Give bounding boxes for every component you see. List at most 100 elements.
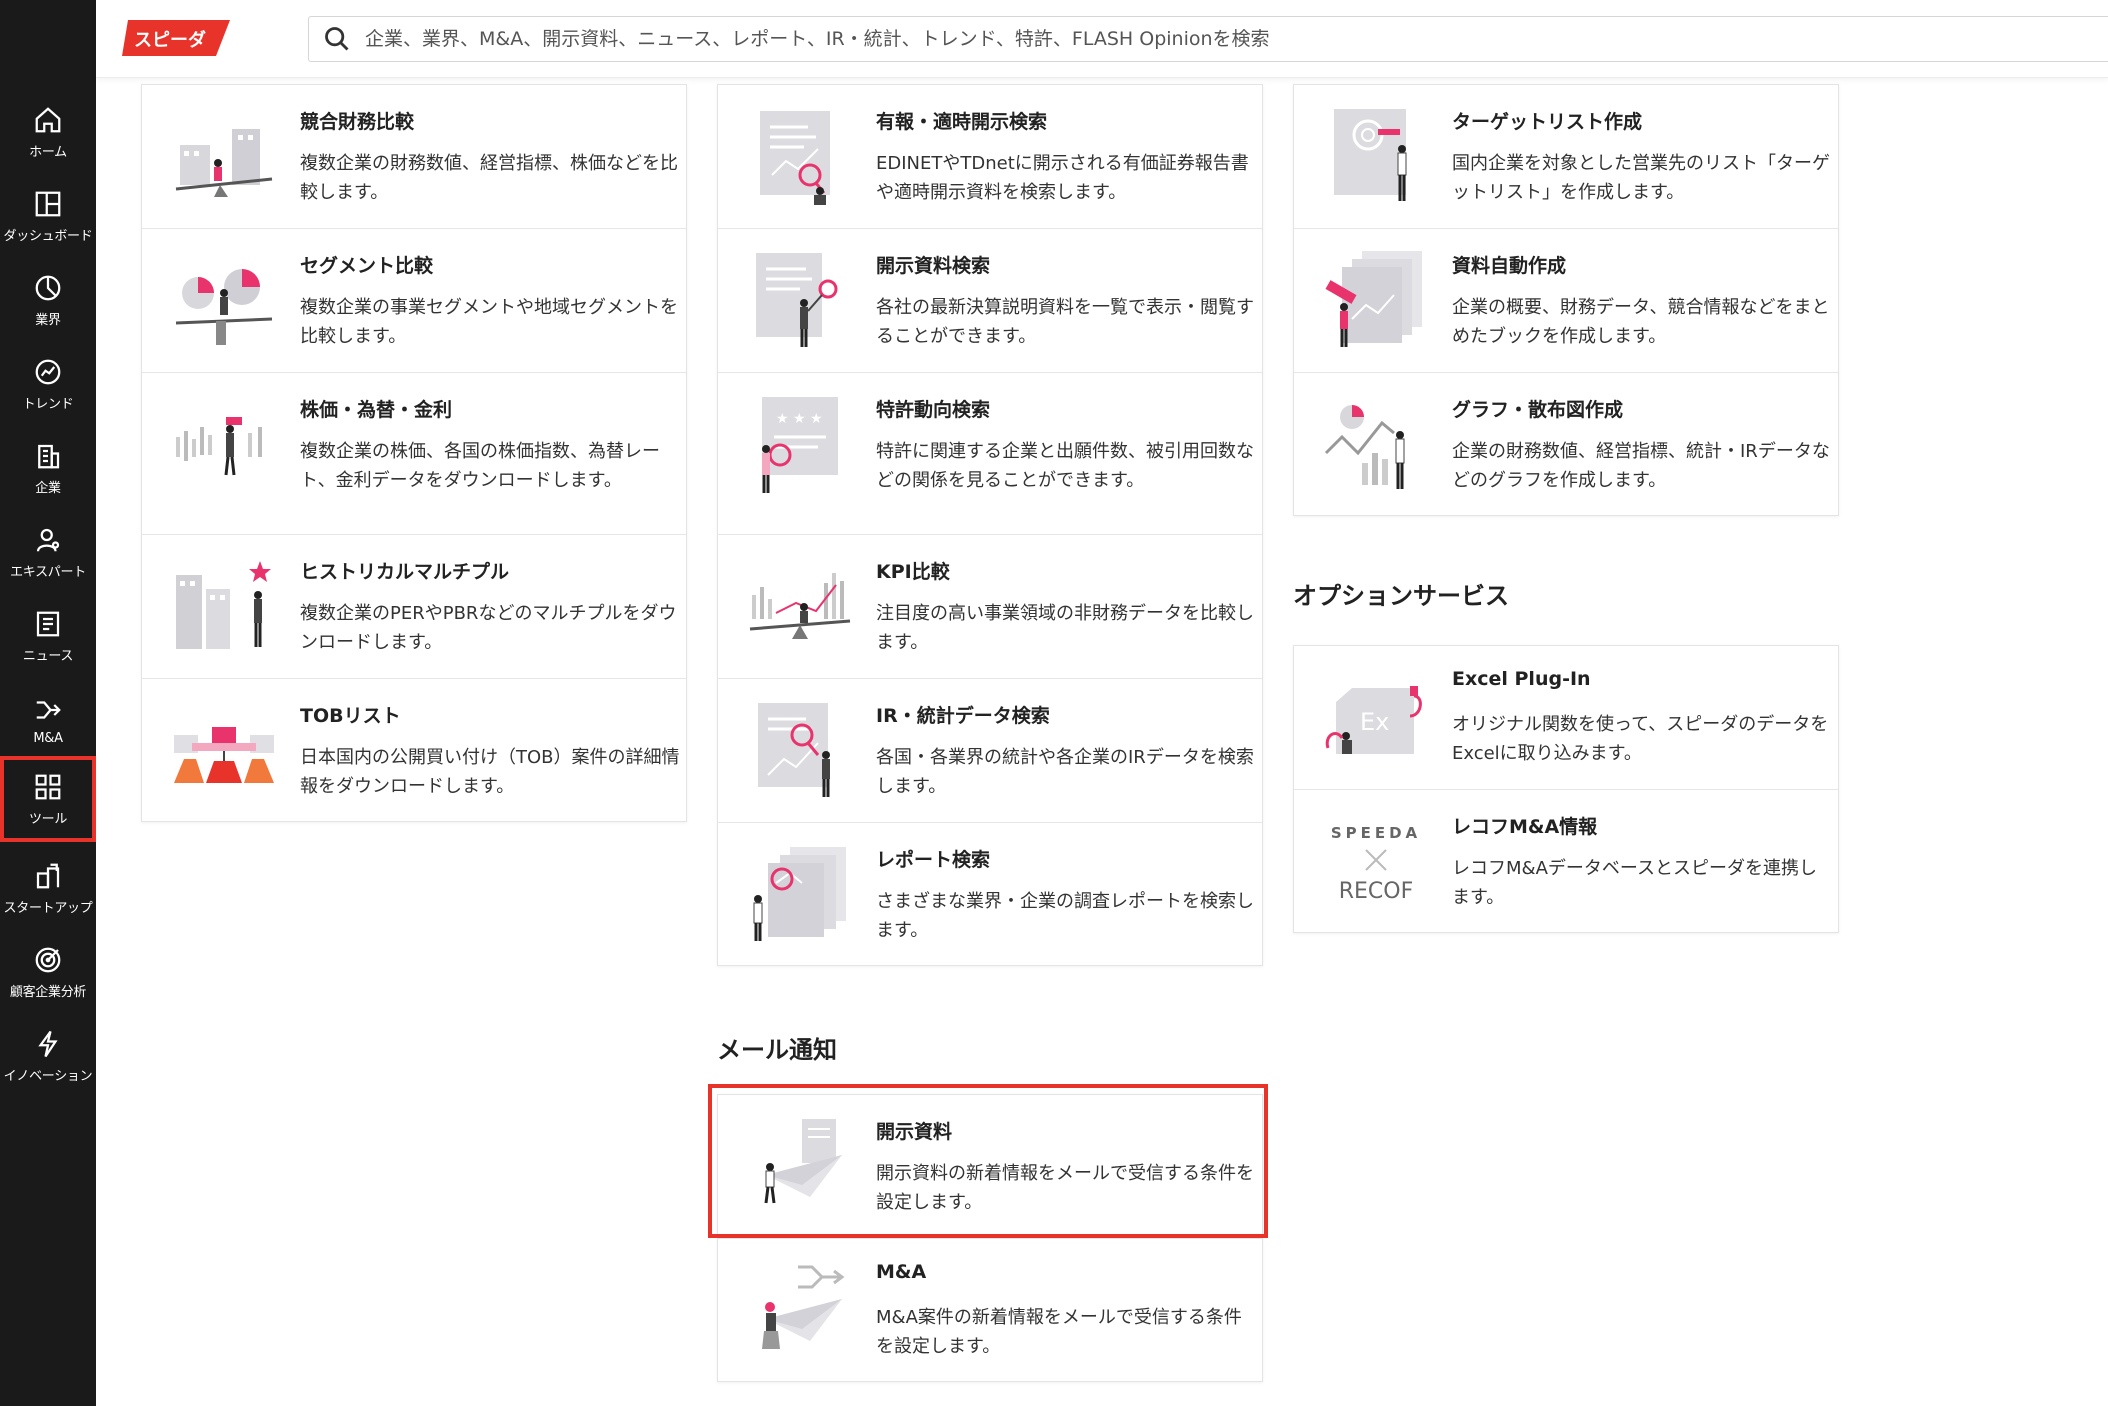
dashboard-icon [35, 191, 61, 216]
tool-desc: EDINETやTDnetに開示される有価証券報告書や適時開示資料を検索します。 [876, 153, 1249, 203]
tool-title: 競合財務比較 [300, 111, 415, 133]
tool-title: IR・統計データ検索 [876, 705, 1050, 727]
sidebar-item-ma[interactable]: M&A [0, 678, 96, 762]
target-icon [35, 947, 61, 972]
tool-card-report-search[interactable]: レポート検索 さまざまな業界・企業の調査レポートを検索します。 [718, 823, 1262, 967]
merge-arrow-icon [36, 700, 61, 719]
logo-recof-text: RECOF [1339, 879, 1414, 904]
speeda-logo[interactable]: スピーダ [122, 18, 230, 58]
mail-title: M&A [876, 1261, 927, 1283]
sidebar: ホーム ダッシュボード 業界 トレンド 企業 エキスパート ニュース M&A ツ… [0, 0, 96, 1406]
tool-card-stock-fx-rate[interactable]: 株価・為替・金利 複数企業の株価、各国の株価指数、為替レート、金利データをダウン… [142, 373, 686, 535]
sidebar-item-label: 業界 [35, 312, 61, 328]
sidebar-item-label: ニュース [22, 648, 74, 664]
sidebar-item-label: M&A [33, 730, 63, 746]
tool-desc: 複数企業の株価、各国の株価指数、為替レート、金利データをダウンロードします。 [300, 441, 660, 491]
mail-card-disclosure[interactable]: 開示資料 開示資料の新着情報をメールで受信する条件を設定します。 [718, 1095, 1262, 1239]
sidebar-item-startup[interactable]: スタートアップ [0, 846, 96, 930]
sidebar-item-trend[interactable]: トレンド [0, 342, 96, 426]
buildings-star-illustration [176, 561, 271, 649]
sidebar-item-news[interactable]: ニュース [0, 594, 96, 678]
kpi-seesaw-illustration [749, 573, 851, 639]
option-card-recof-ma[interactable]: SPEEDA RECOF レコフM&A情報 レコフM&Aデータベースとスピーダを… [1294, 790, 1838, 934]
tool-title: TOBリスト [300, 705, 401, 727]
tool-card-disclosure-search[interactable]: 開示資料検索 各社の最新決算説明資料を一覧で表示・閲覧することができます。 [718, 229, 1262, 373]
tool-title: セグメント比較 [300, 255, 434, 277]
tool-desc: 複数企業のPERやPBRなどのマルチプルをダウンロードします。 [300, 603, 677, 653]
sidebar-item-industry[interactable]: 業界 [0, 258, 96, 342]
mail-desc: 開示資料の新着情報をメールで受信する条件を設定します。 [876, 1163, 1254, 1213]
svg-text:★ ★ ★: ★ ★ ★ [776, 411, 823, 427]
tools-grid-icon [35, 774, 61, 799]
tool-card-graph-scatter[interactable]: グラフ・散布図作成 企業の財務数値、経営指標、統計・IRデータなどのグラフを作成… [1294, 373, 1838, 517]
tool-card-competitor-financial[interactable]: 競合財務比較 複数企業の財務数値、経営指標、株価などを比較します。 [142, 85, 686, 229]
industry-pie-icon [35, 275, 61, 300]
tool-title: グラフ・散布図作成 [1452, 399, 1624, 421]
tool-card-securities-report-search[interactable]: 有報・適時開示検索 EDINETやTDnetに開示される有価証券報告書や適時開示… [718, 85, 1262, 229]
sidebar-item-label: トレンド [22, 396, 74, 412]
tool-card-kpi-compare[interactable]: KPI比較 注目度の高い事業領域の非財務データを比較します。 [718, 535, 1262, 679]
logo-text: スピーダ [134, 29, 206, 51]
tool-desc: 企業の概要、財務データ、競合情報などをまとめたブックを作成します。 [1452, 297, 1830, 347]
pie-charts-seesaw-illustration [175, 269, 273, 345]
target-list-illustration [1334, 109, 1407, 201]
mail-notifications-heading: メール通知 [717, 1036, 837, 1064]
search-icon [325, 27, 349, 51]
paper-plane-document-illustration [764, 1119, 842, 1204]
tool-title: 株価・為替・金利 [300, 399, 453, 421]
sidebar-item-label: 企業 [35, 480, 61, 496]
sidebar-item-label: スタートアップ [3, 900, 93, 916]
graph-scatter-illustration [1324, 405, 1405, 489]
option-title: レコフM&A情報 [1452, 816, 1598, 838]
option-title: Excel Plug-In [1452, 668, 1591, 690]
trend-icon [35, 359, 61, 384]
tool-card-auto-document[interactable]: 資料自動作成 企業の概要、財務データ、競合情報などをまとめたブックを作成します。 [1294, 229, 1838, 373]
tool-title: レポート検索 [876, 849, 991, 871]
tool-desc: 特許に関連する企業と出願件数、被引用回数などの関係を見ることができます。 [876, 441, 1254, 491]
search-input[interactable] [365, 28, 2065, 50]
tool-card-tob-list[interactable]: TOBリスト 日本国内の公開買い付け（TOB）案件の詳細情報をダウンロードします… [142, 679, 686, 823]
report-stack-illustration [753, 847, 846, 941]
tool-card-historical-multiple[interactable]: ヒストリカルマルチプル 複数企業のPERやPBRなどのマルチプルをダウンロードし… [142, 535, 686, 679]
sidebar-item-dashboard[interactable]: ダッシュボード [0, 174, 96, 258]
tools-column-2: 有報・適時開示検索 EDINETやTDnetに開示される有価証券報告書や適時開示… [717, 84, 1263, 966]
sidebar-item-customer-analysis[interactable]: 顧客企業分析 [0, 930, 96, 1014]
tool-card-segment-compare[interactable]: セグメント比較 複数企業の事業セグメントや地域セグメントを比較します。 [142, 229, 686, 373]
auto-document-illustration [1325, 251, 1422, 347]
tools-column-3: ターゲットリスト作成 国内企業を対象とした営業先のリスト「ターゲットリスト」を作… [1293, 84, 1839, 516]
top-bar: スピーダ [96, 0, 2108, 78]
tool-title: 資料自動作成 [1452, 255, 1567, 277]
tool-desc: 企業の財務数値、経営指標、統計・IRデータなどのグラフを作成します。 [1452, 441, 1830, 491]
sidebar-item-label: ダッシュボード [3, 228, 93, 244]
ir-chart-magnifier-illustration [758, 703, 830, 797]
tool-card-ir-statistics-search[interactable]: IR・統計データ検索 各国・各業界の統計や各企業のIRデータを検索します。 [718, 679, 1262, 823]
sidebar-item-innovation[interactable]: イノベーション [0, 1014, 96, 1098]
startup-icon [36, 863, 60, 888]
tob-hands-illustration [174, 727, 274, 783]
sidebar-item-tools[interactable]: ツール [0, 756, 96, 842]
sidebar-item-label: ツール [28, 811, 68, 827]
mail-title: 開示資料 [876, 1121, 953, 1143]
tool-card-target-list[interactable]: ターゲットリスト作成 国内企業を対象とした営業先のリスト「ターゲットリスト」を作… [1294, 85, 1838, 229]
document-magnifier-illustration [760, 111, 830, 205]
tool-title: 特許動向検索 [876, 399, 991, 421]
tool-card-patent-trend-search[interactable]: ★ ★ ★ 特許動向検索 特許に関連する企業と出願件数、被引用回数などの関係を見… [718, 373, 1262, 535]
seesaw-buildings-illustration [175, 129, 273, 197]
document-person-illustration [756, 253, 838, 347]
option-desc: レコフM&Aデータベースとスピーダを連携します。 [1452, 858, 1817, 908]
mail-card-ma[interactable]: M&A M&A案件の新着情報をメールで受信する条件を設定します。 [718, 1239, 1262, 1383]
binoculars-chart-illustration [176, 417, 262, 476]
sidebar-item-company[interactable]: 企業 [0, 426, 96, 510]
tool-desc: 各国・各業界の統計や各企業のIRデータを検索します。 [876, 747, 1254, 797]
sidebar-item-expert[interactable]: エキスパート [0, 510, 96, 594]
tool-desc: 国内企業を対象とした営業先のリスト「ターゲットリスト」を作成します。 [1452, 153, 1830, 203]
logo-speeda-text: SPEEDA [1331, 824, 1421, 842]
option-card-excel-plugin[interactable]: Ex Excel Plug-In オリジナル関数を使って、スピーダのデータをEx… [1294, 646, 1838, 790]
tool-desc: 各社の最新決算説明資料を一覧で表示・閲覧することができます。 [876, 297, 1254, 347]
search-bar[interactable] [308, 16, 2108, 62]
sidebar-item-label: エキスパート [10, 564, 86, 580]
mail-notifications-panel: 開示資料 開示資料の新着情報をメールで受信する条件を設定します。 M&A M&A… [717, 1094, 1263, 1382]
sidebar-item-label: ホーム [29, 144, 67, 160]
sidebar-item-home[interactable]: ホーム [0, 90, 96, 174]
excel-plugin-illustration: Ex [1325, 686, 1422, 754]
